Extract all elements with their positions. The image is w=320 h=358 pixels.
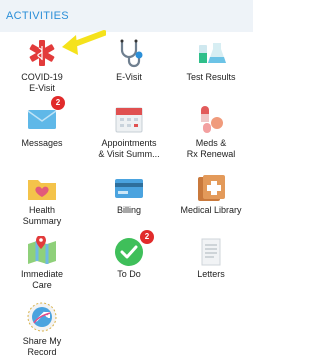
tile-label: Immediate Care: [20, 269, 64, 290]
tile-covid19-evisit[interactable]: COVID-19 E-Visit: [0, 30, 106, 97]
tile-letters[interactable]: Letters: [169, 236, 253, 296]
tile-to-do[interactable]: 2 To Do: [87, 230, 171, 296]
tile-label: Billing: [116, 205, 141, 215]
tile-label: E-Visit: [116, 72, 142, 82]
tile-medical-library[interactable]: Medical Library: [169, 172, 253, 232]
tile-label: Letters: [197, 269, 225, 279]
tile-billing[interactable]: Billing: [87, 172, 171, 232]
tile-immediate-care[interactable]: Immediate Care: [0, 236, 84, 296]
header-title: ACTIVITIES: [6, 10, 69, 22]
medical-book-icon: [198, 175, 225, 201]
share-record-icon: [27, 302, 57, 332]
map-pin-icon: [28, 236, 56, 264]
tile-label: To Do: [117, 269, 141, 279]
tile-label: COVID-19 E-Visit: [21, 72, 63, 93]
activities-header: ACTIVITIES: [0, 0, 253, 32]
unread-count-badge: 2: [51, 96, 65, 110]
tile-label: Meds & Rx Renewal: [186, 138, 236, 159]
pills-icon: [201, 106, 223, 133]
medical-star-icon: [29, 40, 55, 66]
tile-label: Appointments & Visit Summ...: [98, 138, 160, 159]
tile-label: Share My Record: [22, 336, 62, 357]
tile-appointments[interactable]: Appointments & Visit Summ...: [87, 103, 171, 163]
tile-meds-rx[interactable]: Meds & Rx Renewal: [169, 103, 253, 163]
tile-label: Test Results: [186, 72, 236, 82]
tile-messages[interactable]: 2 Messages: [0, 96, 84, 163]
stethoscope-icon: [120, 39, 143, 68]
credit-card-icon: [115, 179, 143, 198]
tile-test-results[interactable]: Test Results: [169, 37, 253, 97]
todo-count-badge: 2: [140, 230, 154, 244]
tile-label: Health Summary: [22, 205, 62, 226]
tile-label: Messages: [21, 138, 63, 148]
tile-health-summary[interactable]: Health Summary: [0, 172, 84, 232]
lab-flask-icon: [199, 43, 226, 63]
tile-label: Medical Library: [180, 205, 242, 215]
tile-share-my-record[interactable]: Share My Record: [0, 301, 84, 358]
heart-folder-icon: [28, 180, 56, 200]
tile-evisit[interactable]: E-Visit: [87, 37, 171, 97]
calendar-icon: [115, 107, 143, 133]
letter-document-icon: [201, 238, 221, 266]
